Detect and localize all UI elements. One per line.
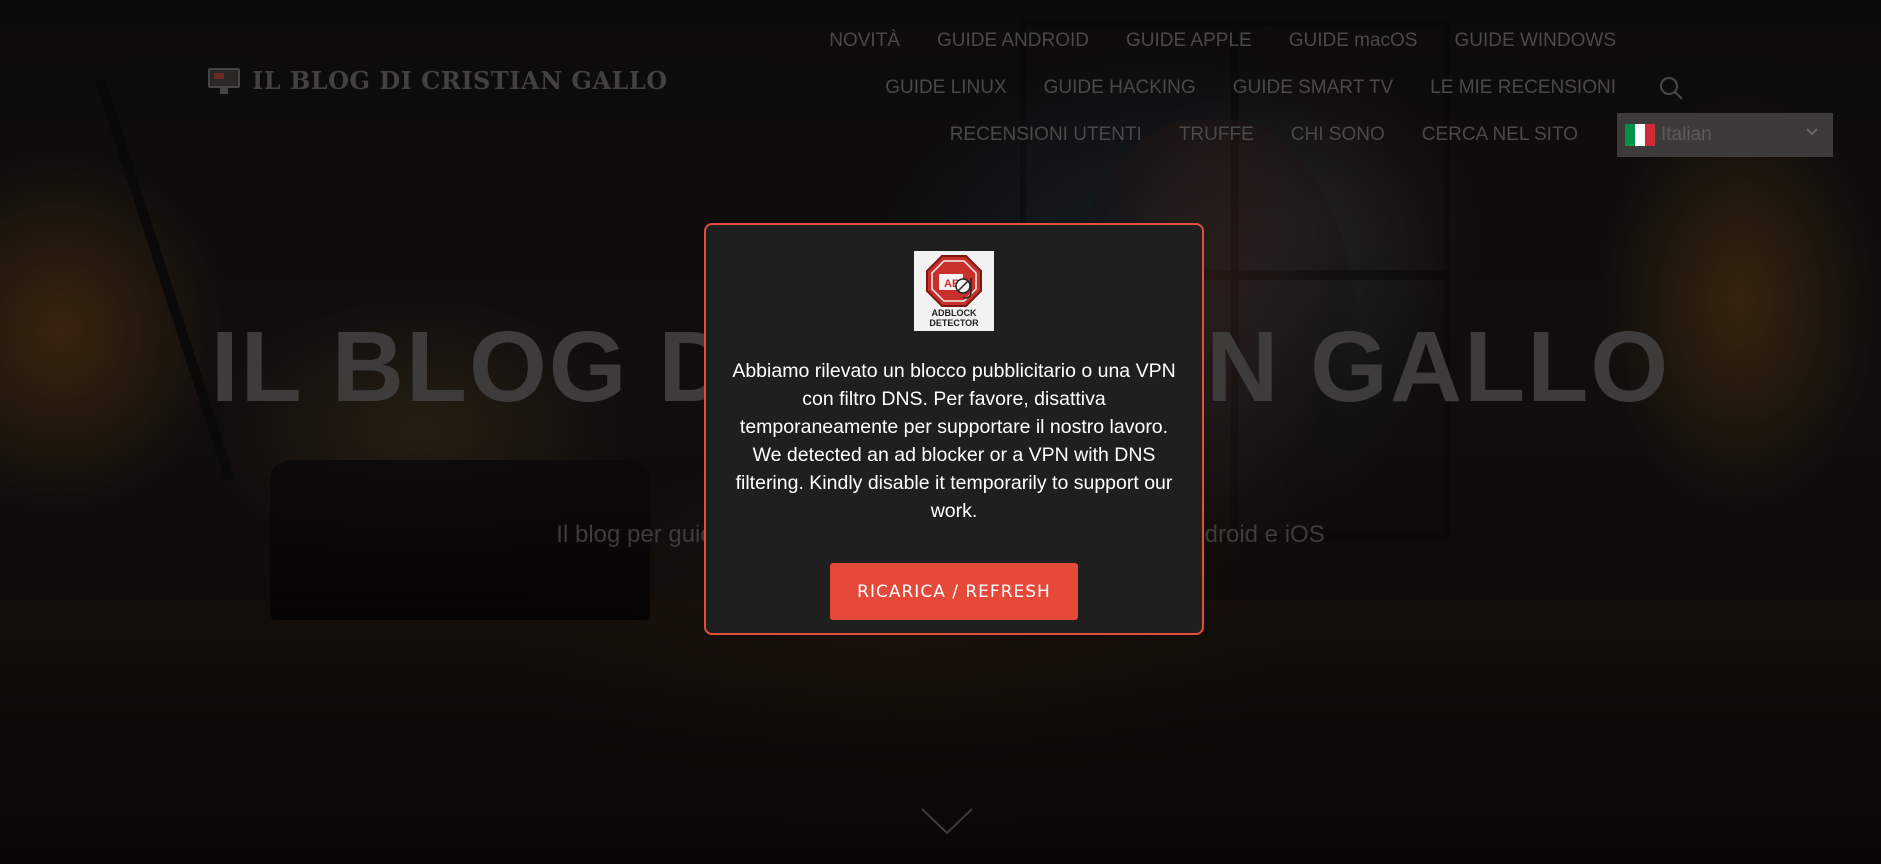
nav-item-novita[interactable]: NOVITÀ [829, 30, 900, 52]
nav-item-cerca-nel-sito[interactable]: CERCA NEL SITO [1422, 124, 1578, 146]
flag-band-red [1645, 124, 1655, 146]
nav-item-truffe[interactable]: TRUFFE [1179, 124, 1254, 146]
main-nav: NOVITÀ GUIDE ANDROID GUIDE APPLE GUIDE m… [0, 0, 1616, 160]
nav-item-recensioni-utenti[interactable]: RECENSIONI UTENTI [950, 124, 1142, 146]
flag-band-white [1635, 124, 1645, 146]
stop-sign-icon: AB [926, 255, 982, 307]
language-select[interactable]: Italian [1617, 113, 1833, 157]
nav-item-guide-macos[interactable]: GUIDE macOS [1289, 30, 1418, 52]
nav-item-guide-windows[interactable]: GUIDE WINDOWS [1455, 30, 1617, 52]
adblock-detector-logo: AB ADBLOCK DETECTOR [914, 251, 994, 331]
language-selected-label: Italian [1661, 124, 1712, 145]
badge-text-detector: DETECTOR [929, 318, 979, 328]
nav-row-1: NOVITÀ GUIDE ANDROID GUIDE APPLE GUIDE m… [829, 30, 1616, 52]
nav-item-chi-sono[interactable]: CHI SONO [1291, 124, 1385, 146]
chevron-down-icon [1806, 128, 1818, 136]
refresh-button[interactable]: RICARICA / REFRESH [830, 563, 1078, 620]
italy-flag-icon [1625, 124, 1655, 146]
nav-item-guide-hacking[interactable]: GUIDE HACKING [1044, 77, 1196, 99]
chevron-down-icon[interactable] [920, 806, 974, 836]
flag-band-green [1625, 124, 1635, 146]
nav-item-le-mie-recensioni[interactable]: LE MIE RECENSIONI [1430, 77, 1616, 99]
nav-item-guide-android[interactable]: GUIDE ANDROID [937, 30, 1089, 52]
nav-row-3: RECENSIONI UTENTI TRUFFE CHI SONO CERCA … [950, 124, 1578, 146]
adblock-message: Abbiamo rilevato un blocco pubblicitario… [732, 360, 1176, 522]
nav-item-guide-apple[interactable]: GUIDE APPLE [1126, 30, 1252, 52]
adblock-modal: AB ADBLOCK DETECTOR Abbiamo rilevato un … [704, 223, 1204, 635]
nav-row-2: GUIDE LINUX GUIDE HACKING GUIDE SMART TV… [885, 77, 1616, 99]
nav-item-guide-linux[interactable]: GUIDE LINUX [885, 77, 1006, 99]
nav-item-guide-smart-tv[interactable]: GUIDE SMART TV [1233, 77, 1393, 99]
search-icon[interactable] [1658, 75, 1684, 101]
badge-text-adblock: ADBLOCK [931, 308, 977, 318]
